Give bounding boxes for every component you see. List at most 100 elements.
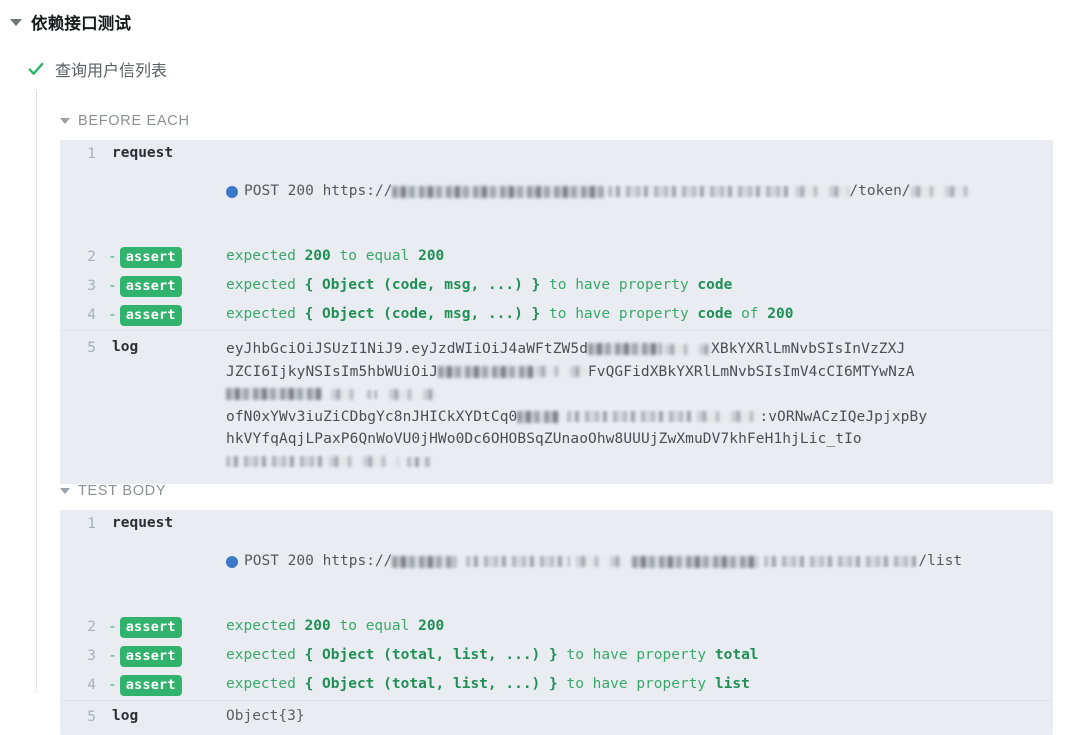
redacted-token-part xyxy=(517,410,560,423)
request-url-tail: /list xyxy=(918,553,963,569)
redacted-token-part xyxy=(331,388,357,400)
redacted-token-part xyxy=(407,456,431,467)
row-number: 4 xyxy=(87,307,96,323)
assert-dash: - xyxy=(108,677,117,693)
section-label: TEST BODY xyxy=(78,483,167,499)
row-number: 1 xyxy=(87,516,96,532)
table-row[interactable]: 5 log Object{3} xyxy=(60,700,1053,735)
suite-header[interactable]: 依赖接口测试 xyxy=(10,10,131,34)
row-command: - assert xyxy=(96,247,226,268)
log-panel-before-each: 1 request POST 200 https:// /token/ 2 - a… xyxy=(60,140,1053,484)
request-method-status: POST 200 xyxy=(244,553,323,569)
row-number: 5 xyxy=(87,709,96,725)
row-number: 1 xyxy=(87,146,96,162)
assert-dash: - xyxy=(108,648,117,664)
caret-down-icon[interactable] xyxy=(60,118,70,124)
row-number: 5 xyxy=(87,340,96,356)
table-row[interactable]: 3 - assert expected { Object (code, msg,… xyxy=(60,272,1053,301)
row-command: request xyxy=(112,145,174,161)
section-label: BEFORE EACH xyxy=(78,113,190,129)
row-number: 4 xyxy=(87,677,96,693)
row-command: - assert xyxy=(96,276,226,297)
section-header-before-each[interactable]: BEFORE EACH xyxy=(60,108,1053,134)
status-dot-icon xyxy=(226,555,238,568)
row-command: - assert xyxy=(96,617,226,638)
row-message: expected { Object (code, msg, ...) } to … xyxy=(226,277,733,293)
status-dot-icon xyxy=(226,185,238,198)
redacted-token-part xyxy=(329,456,399,468)
row-message: expected 200 to equal 200 xyxy=(226,618,445,634)
redacted-token-part xyxy=(588,343,663,355)
section-test-body: TEST BODY 1 request POST 200 https:// /li… xyxy=(60,478,1053,735)
row-command: log xyxy=(112,708,139,724)
row-command: log xyxy=(112,339,139,355)
row-message: expected { Object (total, list, ...) } t… xyxy=(226,676,750,692)
row-number: 2 xyxy=(87,249,96,265)
row-message: expected { Object (code, msg, ...) } to … xyxy=(226,306,794,322)
test-title: 查询用户信列表 xyxy=(55,63,168,80)
caret-down-icon[interactable] xyxy=(10,18,22,26)
row-command: - assert xyxy=(96,675,226,696)
table-row[interactable]: 1 request POST 200 https:// /token/ xyxy=(60,140,1053,243)
caret-down-icon[interactable] xyxy=(60,488,70,494)
table-row[interactable]: 5 log eyJhbGciOiJSUzI1NiJ9.eyJzdWIiOiJ4a… xyxy=(60,330,1053,484)
table-row[interactable]: 2 - assert expected 200 to equal 200 xyxy=(60,613,1053,642)
row-number: 2 xyxy=(87,619,96,635)
suite-title: 依赖接口测试 xyxy=(31,15,132,33)
check-mark-icon xyxy=(28,62,44,75)
redacted-url-part xyxy=(466,556,571,567)
table-row[interactable]: 4 - assert expected { Object (total, lis… xyxy=(60,671,1053,700)
row-number: 3 xyxy=(87,648,96,664)
redacted-url-part xyxy=(764,556,919,567)
status-badge: assert xyxy=(119,247,182,268)
redacted-token-part xyxy=(697,411,760,423)
redacted-url-part xyxy=(632,555,759,568)
test-header[interactable]: 查询用户信列表 xyxy=(27,57,167,81)
log-output: eyJhbGciOiJSUzI1NiJ9.eyJzdWIiOiJ4aWFtZW5… xyxy=(226,338,1053,474)
row-message: POST 200 https:// /token/ xyxy=(226,144,1053,239)
row-message: expected 200 to equal 200 xyxy=(226,248,445,264)
status-badge: assert xyxy=(119,305,182,326)
row-command: request xyxy=(112,515,174,531)
redacted-url-part xyxy=(795,186,850,197)
request-method-status: POST 200 xyxy=(244,183,323,199)
redacted-url-part xyxy=(392,555,457,568)
log-panel-test-body: 1 request POST 200 https:// /list 2 - ass… xyxy=(60,510,1053,735)
row-message: expected { Object (total, list, ...) } t… xyxy=(226,647,759,663)
redacted-url-part xyxy=(392,185,605,198)
table-row[interactable]: 3 - assert expected { Object (total, lis… xyxy=(60,642,1053,671)
row-message: POST 200 https:// /list xyxy=(226,514,1053,609)
test-runner-log: 依赖接口测试 查询用户信列表 BEFORE EACH 1 request POS… xyxy=(0,0,1080,735)
row-command: - assert xyxy=(96,646,226,667)
assert-dash: - xyxy=(108,278,117,294)
redacted-token-part xyxy=(367,389,377,399)
table-row[interactable]: 1 request POST 200 https:// /list xyxy=(60,510,1053,613)
status-badge: assert xyxy=(119,646,182,667)
redacted-token-part xyxy=(389,388,437,400)
status-badge: assert xyxy=(119,276,182,297)
table-row[interactable]: 2 - assert expected 200 to equal 200 xyxy=(60,243,1053,272)
table-row[interactable]: 4 - assert expected { Object (code, msg,… xyxy=(60,301,1053,330)
assert-dash: - xyxy=(108,307,117,323)
redacted-token-part xyxy=(665,343,712,355)
row-command: - assert xyxy=(96,305,226,326)
request-url-prefix: https:// xyxy=(322,183,393,199)
redacted-token-part xyxy=(437,365,534,378)
request-url-tail: /token/ xyxy=(849,183,911,199)
section-before-each: BEFORE EACH 1 request POST 200 https:// /… xyxy=(60,108,1053,484)
request-url-prefix: https:// xyxy=(322,553,393,569)
redacted-token-part xyxy=(226,456,326,468)
tree-guide-line xyxy=(36,92,38,692)
assert-dash: - xyxy=(108,249,117,265)
redacted-url-part xyxy=(608,186,791,197)
assert-dash: - xyxy=(108,619,117,635)
row-number: 3 xyxy=(87,278,96,294)
redacted-token-part xyxy=(535,366,588,378)
redacted-url-part xyxy=(576,556,625,567)
status-badge: assert xyxy=(119,675,182,696)
log-output: Object{3} xyxy=(226,708,305,724)
redacted-token-part xyxy=(226,388,322,401)
redacted-url-part xyxy=(910,186,973,197)
status-badge: assert xyxy=(119,617,182,638)
section-header-test-body[interactable]: TEST BODY xyxy=(60,478,1053,504)
